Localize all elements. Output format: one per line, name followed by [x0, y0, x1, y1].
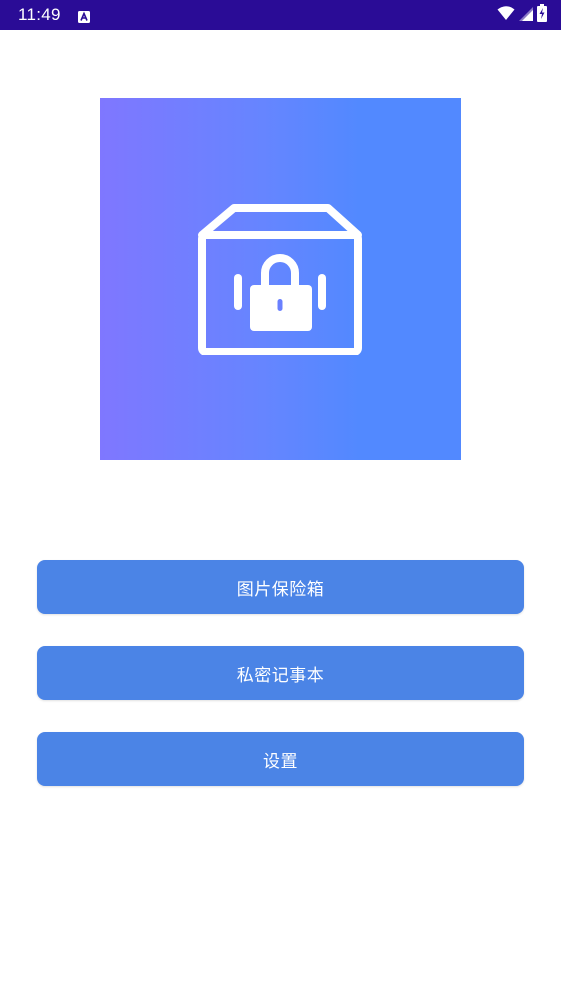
- app-hero-image: [100, 98, 461, 460]
- status-bar: 11:49: [0, 0, 561, 30]
- status-time: 11:49: [18, 5, 61, 24]
- settings-button[interactable]: 设置: [37, 732, 524, 786]
- wifi-icon: [497, 5, 515, 25]
- status-icons: [497, 4, 547, 26]
- battery-charging-icon: [537, 4, 547, 26]
- a-badge-icon: [78, 8, 90, 23]
- photo-vault-button[interactable]: 图片保险箱: [37, 560, 524, 614]
- locked-box-icon: [197, 204, 362, 355]
- cell-signal-icon: [519, 6, 533, 25]
- private-notebook-button[interactable]: 私密记事本: [37, 646, 524, 700]
